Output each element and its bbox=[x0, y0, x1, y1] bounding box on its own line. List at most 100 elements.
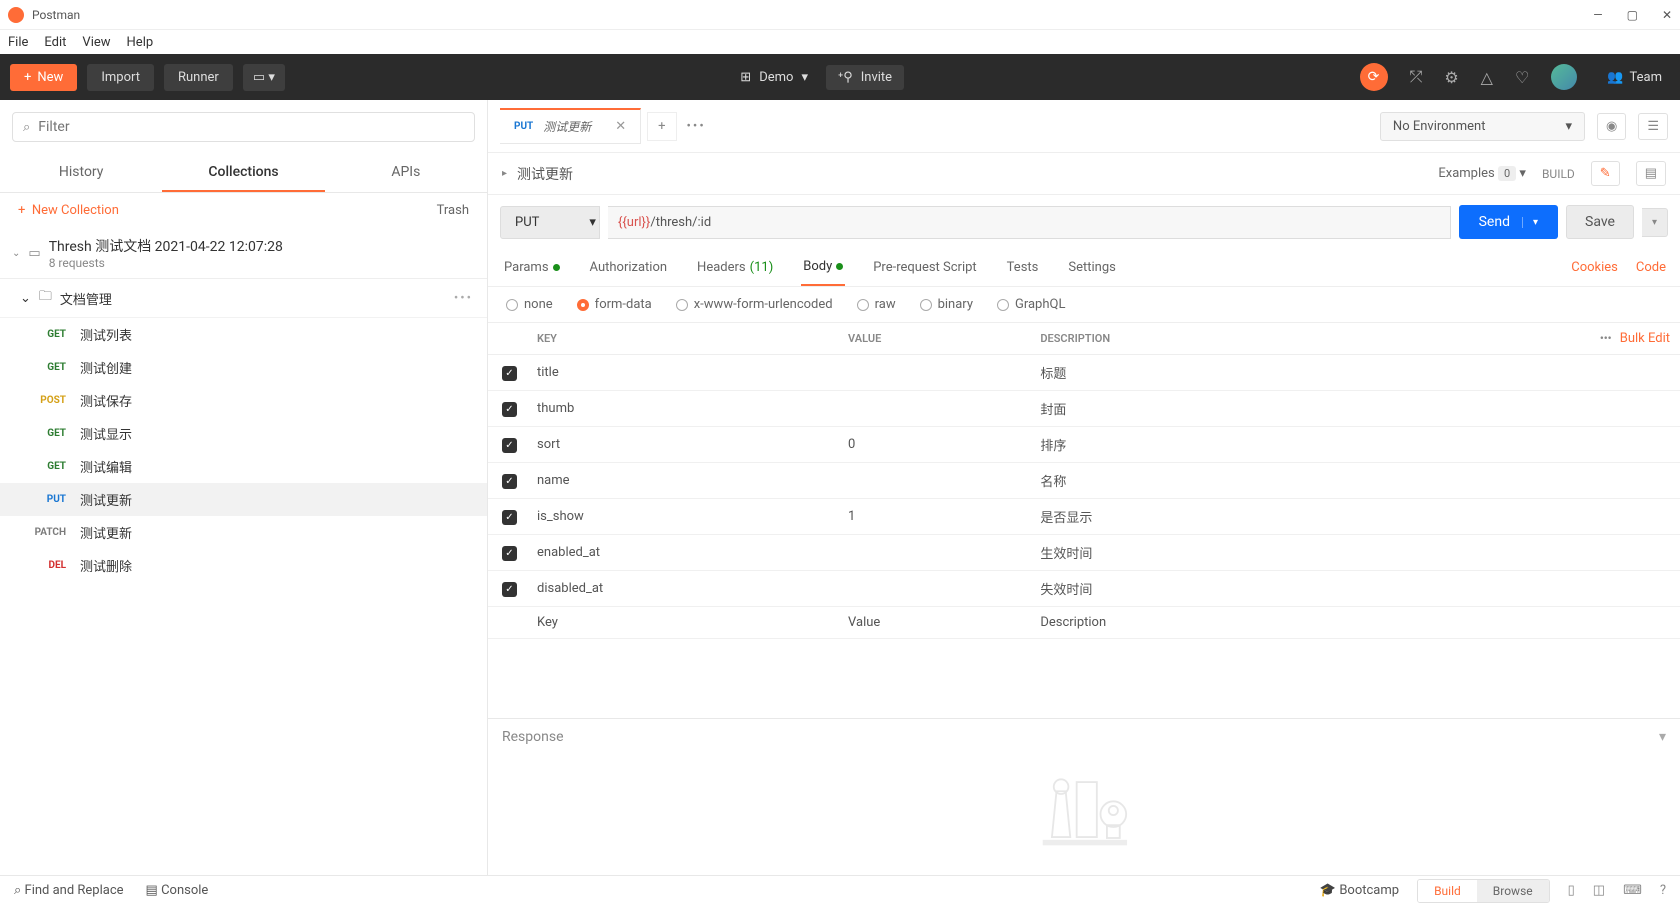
filter-input[interactable] bbox=[38, 119, 464, 135]
shortcuts-icon[interactable]: ⌨ bbox=[1623, 883, 1642, 898]
cell-value[interactable] bbox=[838, 391, 1030, 427]
cookies-link[interactable]: Cookies bbox=[1571, 260, 1618, 275]
body-type-raw[interactable]: raw bbox=[857, 297, 896, 312]
table-row[interactable]: ✓ enabled_at 生效时间 bbox=[488, 535, 1680, 571]
cell-key[interactable]: thumb bbox=[527, 391, 838, 427]
table-row[interactable]: ✓ name 名称 bbox=[488, 463, 1680, 499]
sidebar-tab-collections[interactable]: Collections bbox=[162, 154, 324, 192]
subtab-settings[interactable]: Settings bbox=[1066, 250, 1117, 285]
avatar[interactable] bbox=[1551, 64, 1577, 90]
trash-button[interactable]: Trash bbox=[437, 203, 469, 218]
cell-key[interactable]: name bbox=[527, 463, 838, 499]
subtab-headers[interactable]: Headers (11) bbox=[695, 250, 775, 285]
checkbox[interactable]: ✓ bbox=[502, 402, 517, 417]
checkbox[interactable]: ✓ bbox=[502, 546, 517, 561]
find-replace-button[interactable]: ⌕ Find and Replace bbox=[14, 883, 124, 898]
request-tab[interactable]: PUT 测试更新 ✕ bbox=[500, 108, 641, 144]
cell-desc[interactable]: 名称 bbox=[1030, 463, 1354, 499]
add-tab-button[interactable]: + bbox=[647, 112, 676, 141]
console-button[interactable]: ▤ Console bbox=[146, 883, 209, 898]
edit-icon[interactable]: ✎ bbox=[1591, 161, 1620, 186]
request-item[interactable]: DEL测试删除 bbox=[0, 549, 487, 582]
chevron-down-icon[interactable]: ▾ bbox=[1659, 729, 1666, 745]
cell-value[interactable] bbox=[838, 463, 1030, 499]
request-item[interactable]: GET测试编辑 bbox=[0, 450, 487, 483]
environment-selector[interactable]: No Environment ▾ bbox=[1380, 112, 1585, 141]
window-maximize-icon[interactable]: ▢ bbox=[1627, 8, 1638, 22]
cell-value[interactable]: 0 bbox=[838, 427, 1030, 463]
cell-value[interactable] bbox=[838, 571, 1030, 607]
subtab-prerequest[interactable]: Pre-request Script bbox=[871, 250, 978, 285]
menu-help[interactable]: Help bbox=[127, 35, 154, 50]
menu-file[interactable]: File bbox=[8, 35, 28, 50]
env-settings-icon[interactable]: ☰ bbox=[1638, 113, 1668, 140]
body-type-form-data[interactable]: form-data bbox=[577, 297, 652, 312]
pane-split-icon[interactable]: ◫ bbox=[1593, 883, 1605, 898]
cell-desc[interactable]: 标题 bbox=[1030, 355, 1354, 391]
pane-single-icon[interactable]: ▯ bbox=[1568, 883, 1575, 898]
cell-value[interactable]: 1 bbox=[838, 499, 1030, 535]
comment-icon[interactable]: ▤ bbox=[1636, 161, 1666, 186]
menu-edit[interactable]: Edit bbox=[44, 35, 66, 50]
request-item[interactable]: GET测试显示 bbox=[0, 417, 487, 450]
runner-button[interactable]: Runner bbox=[164, 64, 233, 91]
folder-item[interactable]: ⌄ 🗀 文档管理 ••• bbox=[0, 279, 487, 318]
chevron-right-icon[interactable]: ▸ bbox=[502, 168, 507, 179]
cell-desc[interactable]: 失效时间 bbox=[1030, 571, 1354, 607]
cell-desc[interactable]: 是否显示 bbox=[1030, 499, 1354, 535]
table-row[interactable]: ✓ thumb 封面 bbox=[488, 391, 1680, 427]
table-row[interactable]: ✓ is_show 1 是否显示 bbox=[488, 499, 1680, 535]
cell-value[interactable] bbox=[838, 535, 1030, 571]
team-button[interactable]: 👥 Team bbox=[1599, 66, 1670, 89]
method-select[interactable]: PUT ▾ bbox=[500, 206, 600, 239]
body-type-none[interactable]: none bbox=[506, 297, 553, 312]
checkbox[interactable]: ✓ bbox=[502, 438, 517, 453]
workspace-selector[interactable]: ⊞ Demo ▾ bbox=[740, 70, 808, 85]
subtab-authorization[interactable]: Authorization bbox=[588, 250, 670, 285]
checkbox[interactable]: ✓ bbox=[502, 582, 517, 597]
notifications-icon[interactable]: △ bbox=[1481, 68, 1493, 87]
bootcamp-button[interactable]: 🎓 Bootcamp bbox=[1320, 883, 1399, 898]
invite-button[interactable]: ⁺⚲ Invite bbox=[826, 65, 904, 90]
body-type-xwww[interactable]: x-www-form-urlencoded bbox=[676, 297, 833, 312]
cell-desc[interactable]: 封面 bbox=[1030, 391, 1354, 427]
tab-more-icon[interactable]: ••• bbox=[677, 113, 716, 140]
code-link[interactable]: Code bbox=[1636, 260, 1666, 275]
request-item[interactable]: GET测试创建 bbox=[0, 351, 487, 384]
checkbox[interactable]: ✓ bbox=[502, 510, 517, 525]
import-button[interactable]: Import bbox=[87, 64, 154, 91]
request-item[interactable]: PUT测试更新 bbox=[0, 483, 487, 516]
capture-icon[interactable]: ⤱ bbox=[1410, 67, 1423, 87]
cell-key[interactable]: title bbox=[527, 355, 838, 391]
cell-key[interactable]: sort bbox=[527, 427, 838, 463]
open-new-window-button[interactable]: ▭ ▾ bbox=[243, 64, 285, 91]
cell-key[interactable]: enabled_at bbox=[527, 535, 838, 571]
checkbox[interactable]: ✓ bbox=[502, 366, 517, 381]
settings-icon[interactable]: ⚙ bbox=[1444, 68, 1458, 87]
body-type-binary[interactable]: binary bbox=[920, 297, 973, 312]
close-tab-icon[interactable]: ✕ bbox=[615, 119, 626, 134]
table-row[interactable]: ✓ sort 0 排序 bbox=[488, 427, 1680, 463]
build-mode-button[interactable]: Build bbox=[1418, 880, 1477, 902]
cell-desc[interactable]: 生效时间 bbox=[1030, 535, 1354, 571]
placeholder-desc[interactable]: Description bbox=[1030, 607, 1354, 639]
subtab-params[interactable]: Params bbox=[502, 250, 562, 285]
help-icon[interactable]: ? bbox=[1660, 883, 1666, 898]
request-item[interactable]: POST测试保存 bbox=[0, 384, 487, 417]
sidebar-tab-history[interactable]: History bbox=[0, 154, 162, 192]
request-item[interactable]: GET测试列表 bbox=[0, 318, 487, 351]
new-collection-button[interactable]: + New Collection bbox=[18, 203, 119, 218]
body-type-graphql[interactable]: GraphQL bbox=[997, 297, 1065, 312]
save-options-button[interactable]: ▾ bbox=[1642, 208, 1668, 237]
subtab-body[interactable]: Body bbox=[801, 249, 845, 286]
placeholder-key[interactable]: Key bbox=[527, 607, 838, 639]
heart-icon[interactable]: ♡ bbox=[1515, 68, 1529, 87]
new-button[interactable]: +New bbox=[10, 64, 77, 91]
cell-desc[interactable]: 排序 bbox=[1030, 427, 1354, 463]
cell-key[interactable]: is_show bbox=[527, 499, 838, 535]
sync-icon[interactable]: ⟳ bbox=[1360, 63, 1388, 91]
build-label[interactable]: BUILD bbox=[1542, 167, 1575, 181]
bulk-edit-link[interactable]: Bulk Edit bbox=[1620, 331, 1670, 346]
more-icon[interactable]: ••• bbox=[454, 291, 473, 306]
browse-mode-button[interactable]: Browse bbox=[1477, 880, 1549, 902]
